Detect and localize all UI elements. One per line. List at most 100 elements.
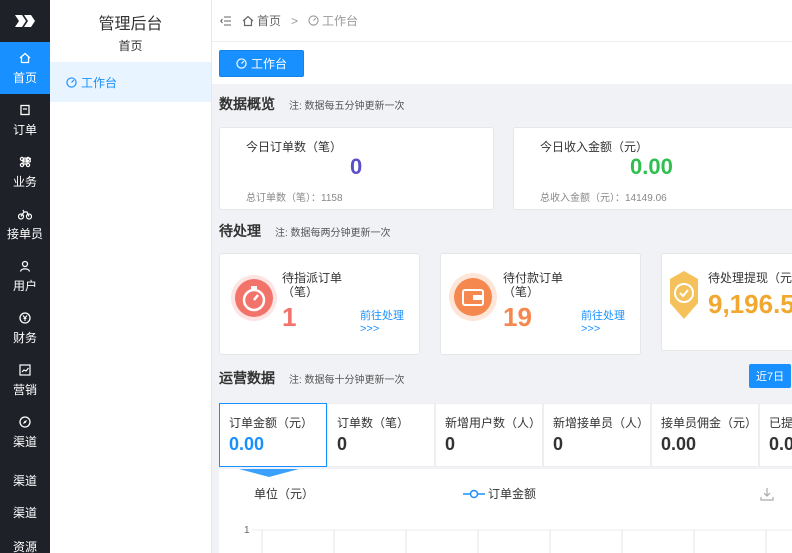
- operations-chart: 单位（元） 订单金额 1: [219, 469, 792, 553]
- collapse-menu-icon[interactable]: [220, 15, 232, 26]
- trend-icon: [18, 363, 32, 377]
- overview-card-income: 今日收入金额（元） 0.00 总收入金额（元）：14149.06: [513, 127, 792, 210]
- operations-tiles: 订单金额（元） 0.00 订单数（笔） 0 新增用户数（人） 0 新增接单员（人…: [219, 403, 792, 469]
- pending-card-unpaid: 待付款订单 （笔） 19 前往处理 >>>: [440, 253, 641, 355]
- sidebar-item-users[interactable]: 用户: [0, 250, 50, 302]
- range-7days-button[interactable]: 近7日: [749, 364, 792, 388]
- card-value: 0: [350, 154, 363, 179]
- tile-value: 0.00: [661, 434, 697, 454]
- breadcrumb-current-label: 工作台: [322, 14, 359, 28]
- overview-note: 注: 数据每五分钟更新一次: [289, 100, 405, 112]
- operations-note: 注: 数据每十分钟更新一次: [289, 374, 405, 386]
- pending-header: 待处理 注: 数据每两分钟更新一次: [212, 221, 391, 241]
- sidebar-item-home[interactable]: 首页: [0, 42, 50, 94]
- bike-icon: [18, 207, 32, 221]
- pending-value: 9,196.5: [708, 289, 792, 319]
- card-label: 今日订单数（笔）: [246, 140, 343, 154]
- order-icon: [18, 103, 32, 117]
- pending-note: 注: 数据每两分钟更新一次: [275, 227, 391, 239]
- submenu-subtitle: 首页: [118, 39, 143, 53]
- home-icon: [242, 15, 254, 26]
- sidebar-item-marketing[interactable]: 营销: [0, 354, 50, 406]
- pending-label: 待付款订单: [503, 271, 564, 285]
- legend-line-icon: [463, 489, 485, 498]
- dashboard-icon: [66, 76, 77, 88]
- go-process-arrow[interactable]: >>>: [360, 323, 379, 336]
- breadcrumb-home-label: 首页: [257, 14, 282, 28]
- sidebar-item-channel-extra[interactable]: 渠道: [0, 496, 50, 528]
- card-footer: 总收入金额（元）：14149.06: [540, 193, 667, 204]
- breadcrumb: 首页 > 工作台: [212, 0, 792, 42]
- sidebar-item-label: 营销: [12, 382, 37, 397]
- go-process-link[interactable]: 前往处理: [360, 310, 404, 323]
- tile-value: 0.00: [229, 434, 265, 454]
- sidebar-item-label: 用户: [12, 278, 37, 293]
- ops-tile-new-couriers[interactable]: 新增接单员（人） 0: [543, 403, 651, 467]
- ops-tile-withdrawn[interactable]: 已提 0.0: [759, 403, 792, 467]
- chart-legend[interactable]: 订单金额: [463, 485, 536, 502]
- breadcrumb-home[interactable]: 首页: [242, 12, 281, 29]
- sidebar-item-orders[interactable]: 订单: [0, 94, 50, 146]
- wallet-icon: [449, 273, 497, 321]
- breadcrumb-separator: >: [291, 13, 299, 28]
- logo-icon: [15, 15, 35, 27]
- submenu-item-label: 工作台: [81, 75, 118, 90]
- operations-header: 运营数据 注: 数据每十分钟更新一次: [212, 368, 405, 388]
- pending-unit: （笔）: [503, 285, 540, 299]
- pending-value: 1: [282, 302, 297, 332]
- pending-title: 待处理: [219, 223, 261, 239]
- sidebar-item-resources[interactable]: 资源: [0, 538, 50, 553]
- stopwatch-icon: [231, 275, 277, 321]
- tab-label: 工作台: [251, 56, 288, 71]
- dashboard-icon: [308, 15, 319, 26]
- chart-grid: [252, 529, 792, 553]
- card-label: 今日收入金额（元）: [540, 140, 649, 154]
- tile-label: 已提: [769, 416, 792, 430]
- tile-label: 订单数（笔）: [337, 416, 410, 430]
- sidebar-item-channels[interactable]: 渠道: [0, 406, 50, 458]
- sidebar-item-channel-extra[interactable]: 渠道: [0, 464, 50, 496]
- breadcrumb-current: 工作台: [308, 12, 358, 29]
- sidebar-item-business[interactable]: 业务: [0, 146, 50, 198]
- chart-legend-label: 订单金额: [488, 487, 537, 501]
- tab-workbench[interactable]: 工作台: [219, 49, 305, 77]
- card-footer: 总订单数（笔）：1158: [246, 193, 343, 204]
- overview-header: 数据概览 注: 数据每五分钟更新一次: [212, 94, 405, 114]
- go-process-arrow[interactable]: >>>: [581, 323, 600, 336]
- dashboard-icon: [236, 57, 247, 69]
- compass-icon: [18, 415, 32, 429]
- overview-card-orders: 今日订单数（笔） 0 总订单数（笔）：1158: [219, 127, 494, 210]
- download-icon[interactable]: [760, 487, 774, 504]
- sidebar-item-finance[interactable]: 财务: [0, 302, 50, 354]
- sidebar-item-label: 渠道: [12, 505, 37, 520]
- ops-tile-courier-commission[interactable]: 接单员佣金（元） 0.00: [651, 403, 759, 467]
- sidebar-item-label: 渠道: [12, 434, 37, 449]
- ops-tile-new-users[interactable]: 新增用户数（人） 0: [435, 403, 543, 467]
- sidebar-item-label: 财务: [12, 330, 37, 345]
- operations-title: 运营数据: [219, 370, 275, 386]
- tile-value: 0: [445, 434, 456, 454]
- tile-label: 新增用户数（人）: [445, 416, 542, 430]
- go-process-link[interactable]: 前往处理: [581, 310, 625, 323]
- ops-tile-order-amount[interactable]: 订单金额（元） 0.00: [219, 403, 327, 467]
- money-icon: [18, 311, 32, 325]
- tile-value: 0: [553, 434, 564, 454]
- ops-tile-order-count[interactable]: 订单数（笔） 0: [327, 403, 435, 467]
- chart-ytick: 1: [244, 525, 250, 536]
- pending-unit: （笔）: [282, 285, 319, 299]
- submenu-title: 管理后台: [98, 16, 163, 33]
- main-content: 首页 > 工作台 工作台 数据概览 注: 数据每五分钟更新一次 今日订单数（笔）…: [212, 0, 792, 553]
- main-sidebar: 首页 订单 业务 接单员 用户 财务 营销 渠道 渠道 渠道 资源: [0, 0, 50, 553]
- pending-label: 待处理提现（元）: [708, 271, 792, 285]
- sidebar-item-couriers[interactable]: 接单员: [0, 198, 50, 250]
- chart-ylabel: 单位（元）: [254, 487, 315, 501]
- tile-label: 订单金额（元）: [229, 416, 314, 430]
- tile-value: 0: [337, 434, 348, 454]
- overview-title: 数据概览: [219, 96, 275, 112]
- tab-bar: 工作台: [212, 42, 792, 84]
- command-icon: [18, 155, 32, 169]
- sidebar-item-label: 渠道: [12, 473, 37, 488]
- submenu-item-workbench[interactable]: 工作台: [50, 62, 211, 102]
- tile-label: 新增接单员（人）: [553, 416, 650, 430]
- sidebar-item-label: 业务: [12, 174, 37, 189]
